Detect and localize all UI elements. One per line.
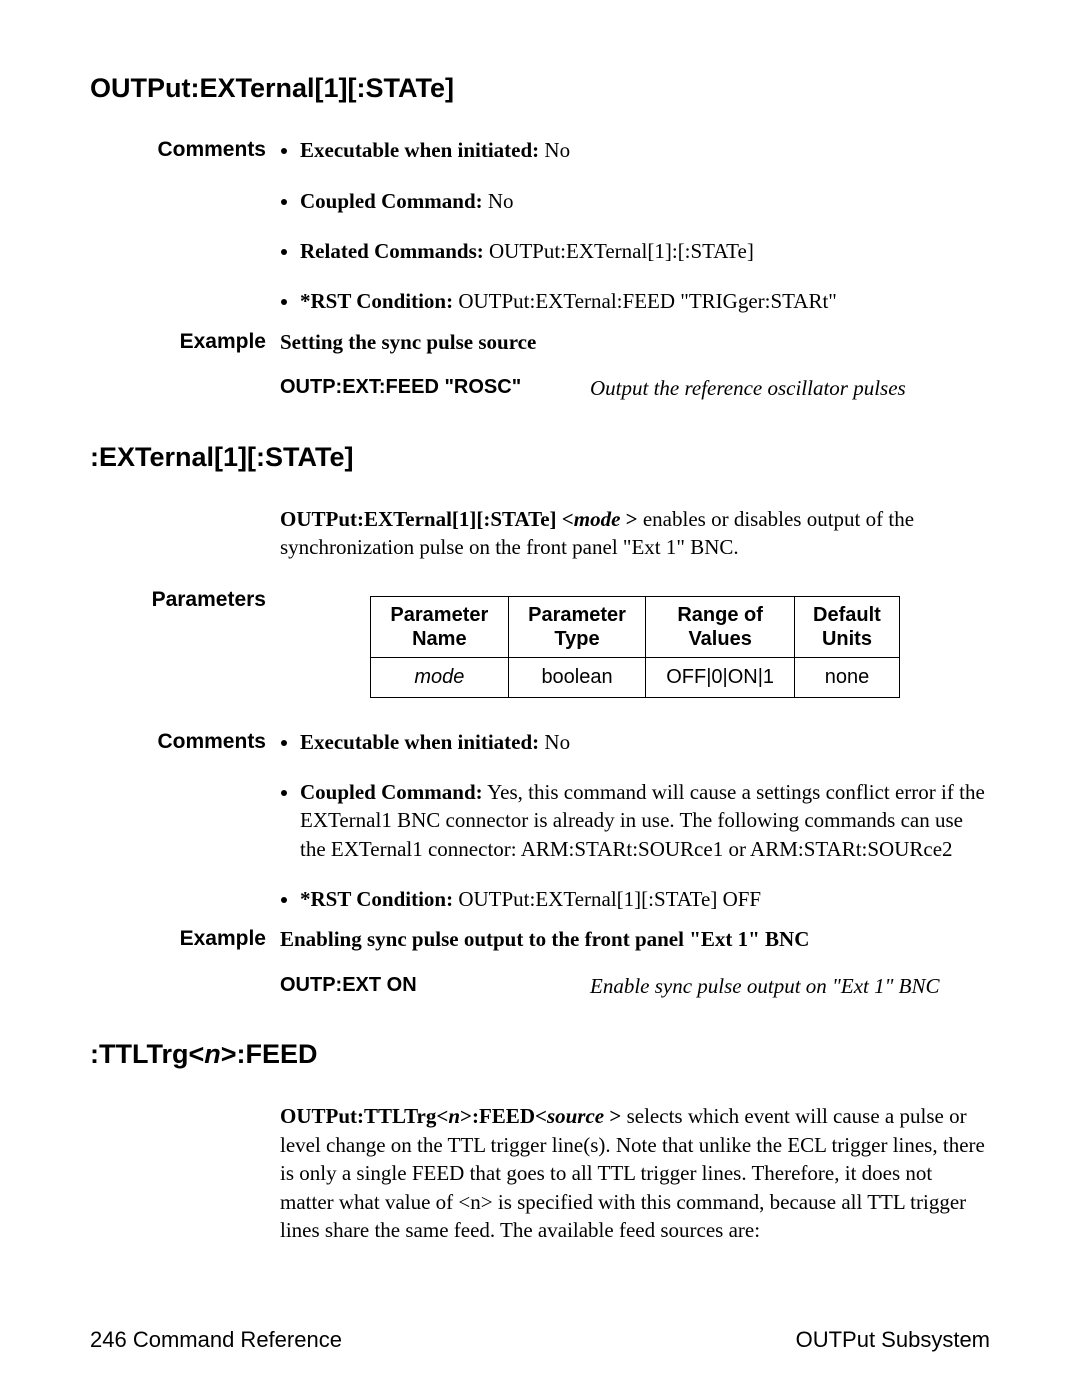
p3-a: OUTPut:TTLTrg< — [280, 1104, 448, 1128]
bullet-label: Related Commands: — [300, 239, 484, 263]
bullet-value: No — [539, 730, 570, 754]
page: OUTPut:EXTernal[1][:STATe] Comments Exec… — [0, 0, 1080, 1397]
page-footer: 246 Command Reference OUTPut Subsystem — [90, 1325, 990, 1355]
th-name: Parameter Name — [371, 596, 509, 657]
comments-label: Comments — [90, 728, 280, 756]
page-number: 246 — [90, 1327, 127, 1352]
td-type: boolean — [508, 657, 646, 697]
td-units: none — [794, 657, 899, 697]
bullet-label: Executable when initiated: — [300, 730, 539, 754]
example-content: Enabling sync pulse output to the front … — [280, 925, 990, 1000]
intro-param: mode — [574, 507, 626, 531]
list-item: *RST Condition: OUTPut:EXTernal[1][:STAT… — [300, 885, 990, 913]
bullet-label: Coupled Command: — [300, 189, 483, 213]
bullet-label: Coupled Command: — [300, 780, 483, 804]
p3-b: n — [448, 1104, 460, 1128]
list-item: *RST Condition: OUTPut:EXTernal:FEED "TR… — [300, 287, 990, 315]
h3-b: n — [204, 1039, 221, 1069]
comments-content: Executable when initiated: No Coupled Co… — [280, 728, 990, 926]
th-range: Range of Values — [646, 596, 795, 657]
example-title: Setting the sync pulse source — [280, 328, 990, 356]
td-range: OFF|0|ON|1 — [646, 657, 795, 697]
example-line: OUTP:EXT:FEED "ROSC" Output the referenc… — [280, 374, 990, 402]
example-line: OUTP:EXT ON Enable sync pulse output on … — [280, 972, 990, 1000]
th-line: Parameter — [390, 604, 488, 626]
bullet-value: OUTPut:EXTernal:FEED "TRIGger:STARt" — [453, 289, 837, 313]
example-note: Enable sync pulse output on "Ext 1" BNC — [590, 972, 940, 1000]
heading-output-external-state: OUTPut:EXTernal[1][:STATe] — [90, 70, 990, 106]
th-line: Type — [554, 628, 599, 650]
example-title: Enabling sync pulse output to the front … — [280, 925, 990, 953]
h3-c: >:FEED — [221, 1039, 318, 1069]
list-item: Coupled Command: No — [300, 187, 990, 215]
spacer — [90, 403, 990, 429]
example-label: Example — [90, 328, 280, 356]
h3-a: :TTLTrg< — [90, 1039, 204, 1069]
intro-cmd: OUTPut:EXTernal[1][:STATe] < — [280, 507, 574, 531]
bullet-value: No — [483, 189, 514, 213]
heading-external-state: :EXTernal[1][:STATe] — [90, 439, 990, 475]
list-item: Coupled Command: Yes, this command will … — [300, 778, 990, 863]
parameters-label: Parameters — [90, 586, 280, 614]
comments-list: Executable when initiated: No Coupled Co… — [300, 136, 990, 315]
footer-left: 246 Command Reference — [90, 1325, 342, 1355]
th-type: Parameter Type — [508, 596, 646, 657]
example-row-2: Example Enabling sync pulse output to th… — [90, 925, 990, 1000]
bullet-label: *RST Condition: — [300, 289, 453, 313]
th-line: Default — [813, 604, 881, 626]
bullet-value: OUTPut:EXTernal[1]:[:STATe] — [484, 239, 754, 263]
th-line: Name — [412, 628, 466, 650]
comments-label: Comments — [90, 136, 280, 164]
comments-row-1: Comments Executable when initiated: No C… — [90, 136, 990, 327]
comments-list: Executable when initiated: No Coupled Co… — [300, 728, 990, 914]
th-line: Values — [688, 628, 751, 650]
bullet-value: No — [539, 138, 570, 162]
example-label: Example — [90, 925, 280, 953]
example-command: OUTP:EXT ON — [280, 972, 560, 1000]
th-units: Default Units — [794, 596, 899, 657]
intro-close: > — [626, 507, 638, 531]
bullet-label: Executable when initiated: — [300, 138, 539, 162]
intro-paragraph: OUTPut:EXTernal[1][:STATe] <mode > enabl… — [280, 505, 990, 562]
table-header-row: Parameter Name Parameter Type Range of V… — [371, 596, 900, 657]
footer-left-text: Command Reference — [127, 1327, 342, 1352]
th-line: Range of — [677, 604, 763, 626]
example-note: Output the reference oscillator pulses — [590, 374, 906, 402]
parameters-table: Parameter Name Parameter Type Range of V… — [370, 596, 900, 698]
comments-content: Executable when initiated: No Coupled Co… — [280, 136, 990, 327]
p3-e: > — [609, 1104, 621, 1128]
spacer — [90, 1000, 990, 1026]
td-name: mode — [371, 657, 509, 697]
footer-right: OUTPut Subsystem — [796, 1325, 990, 1355]
bullet-value: OUTPut:EXTernal[1][:STATe] OFF — [453, 887, 761, 911]
comments-row-2: Comments Executable when initiated: No C… — [90, 728, 990, 926]
list-item: Executable when initiated: No — [300, 136, 990, 164]
bullet-label: *RST Condition: — [300, 887, 453, 911]
list-item: Executable when initiated: No — [300, 728, 990, 756]
example-row-1: Example Setting the sync pulse source OU… — [90, 328, 990, 403]
example-command: OUTP:EXT:FEED "ROSC" — [280, 374, 560, 402]
p3-d: source — [547, 1104, 609, 1128]
parameters-content: Parameter Name Parameter Type Range of V… — [280, 586, 990, 728]
heading-ttltrg-feed: :TTLTrg<n>:FEED — [90, 1036, 990, 1072]
ttltrg-paragraph: OUTPut:TTLTrg<n>:FEED<source > selects w… — [280, 1102, 990, 1244]
example-content: Setting the sync pulse source OUTP:EXT:F… — [280, 328, 990, 403]
list-item: Related Commands: OUTPut:EXTernal[1]:[:S… — [300, 237, 990, 265]
p3-c: >:FEED< — [460, 1104, 547, 1128]
table-row: mode boolean OFF|0|ON|1 none — [371, 657, 900, 697]
th-line: Units — [822, 628, 872, 650]
parameters-row: Parameters Parameter Name Parameter Type… — [90, 586, 990, 728]
th-line: Parameter — [528, 604, 626, 626]
